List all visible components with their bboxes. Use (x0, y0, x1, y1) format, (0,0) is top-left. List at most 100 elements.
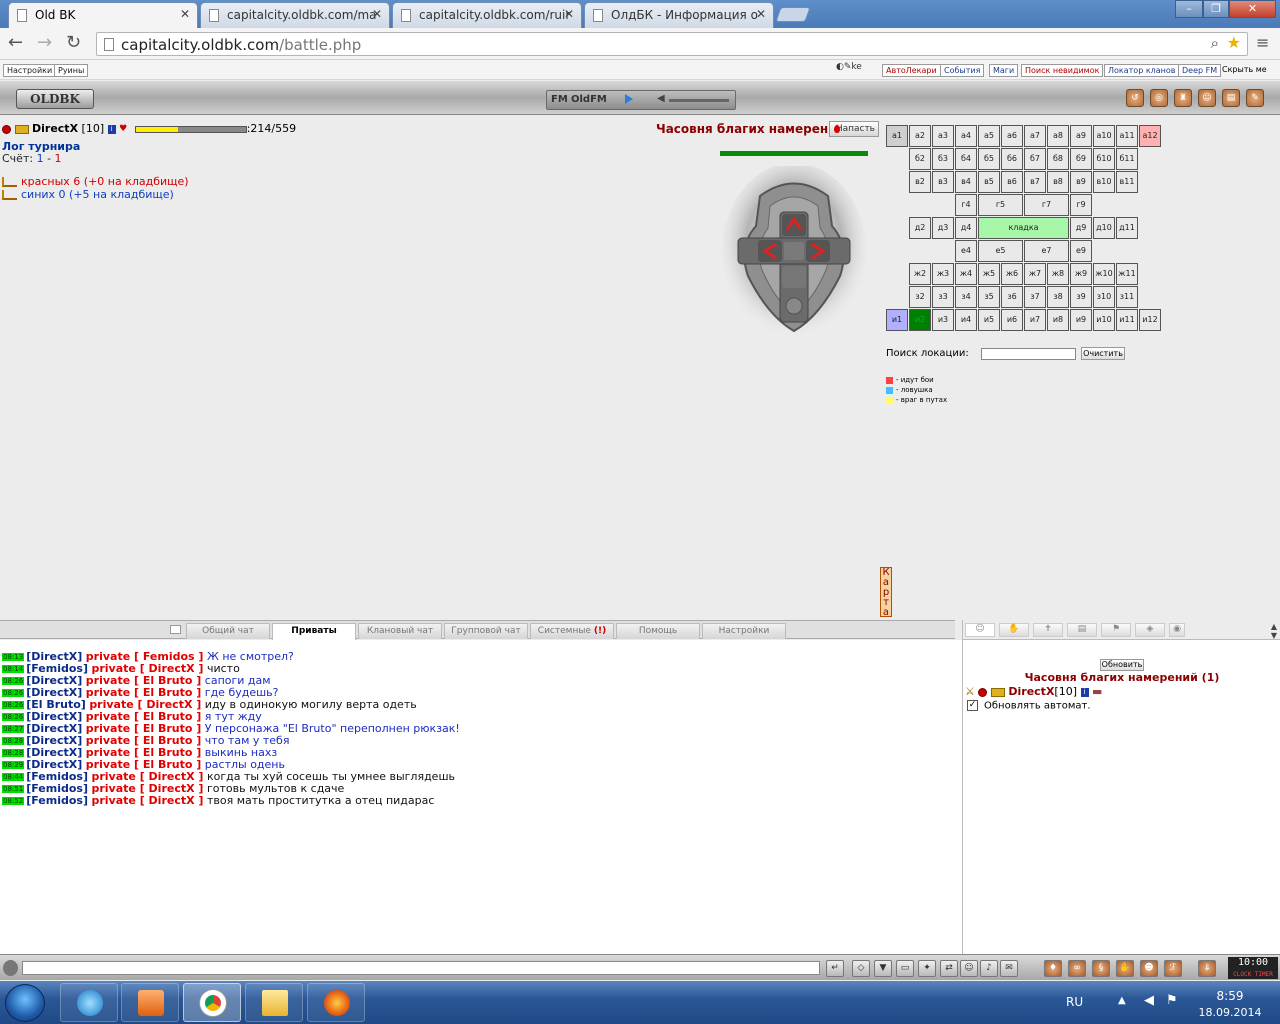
map-cell[interactable]: в11 (1116, 171, 1138, 193)
map-cell-center[interactable]: кладка (978, 217, 1069, 239)
map-cell[interactable]: а12 (1139, 125, 1161, 147)
map-cell[interactable]: а1 (886, 125, 908, 147)
forward-arrow-icon[interactable]: → (37, 33, 52, 53)
hide-menu-link[interactable]: Скрыть ме (1219, 64, 1270, 77)
close-icon[interactable]: ✕ (756, 7, 766, 21)
map-cell[interactable]: и10 (1093, 309, 1115, 331)
map-cell[interactable]: з10 (1093, 286, 1115, 308)
map-cell[interactable]: з6 (1001, 286, 1023, 308)
play-icon[interactable] (625, 94, 633, 104)
bookmark-invisible-search[interactable]: Поиск невидимок (1021, 64, 1104, 77)
taskbar-media[interactable] (121, 983, 179, 1022)
map-cell[interactable]: ж3 (932, 263, 954, 285)
start-button[interactable] (5, 984, 45, 1022)
map-cell[interactable]: ж10 (1093, 263, 1115, 285)
map-cell[interactable]: з9 (1070, 286, 1092, 308)
minimize-button[interactable]: – (1175, 0, 1203, 18)
map-cell[interactable]: в4 (955, 171, 977, 193)
map-cell[interactable]: д2 (909, 217, 931, 239)
map-cell[interactable]: з11 (1116, 286, 1138, 308)
new-tab-button[interactable] (775, 7, 811, 22)
map-cell[interactable]: б2 (909, 148, 931, 170)
tab-clan-chat[interactable]: Клановый чат (358, 623, 442, 639)
map-cell[interactable]: в2 (909, 171, 931, 193)
map-cell[interactable]: г5 (978, 194, 1023, 216)
map-cell[interactable]: ж8 (1047, 263, 1069, 285)
language-indicator[interactable]: RU (1066, 995, 1083, 1009)
tray-time[interactable]: 8:59 (1200, 989, 1260, 1003)
map-cell[interactable]: з5 (978, 286, 1000, 308)
clock-timer[interactable]: 10:00 CLOCK TIMER (1228, 957, 1278, 979)
map-cell[interactable]: и2 (909, 309, 931, 331)
scroll-down-icon[interactable]: ▼ (1271, 631, 1277, 640)
tab-capitalcity-ma[interactable]: capitalcity.oldbk.com/ma ✕ (200, 2, 390, 28)
chat-time[interactable]: 08:14 (2, 665, 25, 673)
scroll-icon[interactable]: ▤ (1222, 89, 1240, 107)
bag-icon[interactable]: ♦ (1044, 960, 1062, 977)
map-cell[interactable]: ж9 (1070, 263, 1092, 285)
tab-settings[interactable]: Настройки (702, 623, 786, 639)
speaker-icon[interactable]: ◀ (657, 93, 665, 104)
map-cell[interactable]: д4 (955, 217, 977, 239)
map-cell[interactable]: е4 (955, 240, 977, 262)
map-cell[interactable]: б7 (1024, 148, 1046, 170)
map-cell[interactable]: б5 (978, 148, 1000, 170)
hand-icon[interactable]: ✋ (1116, 960, 1134, 977)
users-icon[interactable]: ☺ (965, 623, 995, 637)
bookmark-mages[interactable]: Маги (989, 64, 1019, 77)
move-left-icon[interactable] (758, 240, 782, 262)
map-cell[interactable]: б6 (1001, 148, 1023, 170)
map-cell[interactable]: ж4 (955, 263, 977, 285)
scroll-icon[interactable]: § (1092, 960, 1110, 977)
map-cell[interactable]: и9 (1070, 309, 1092, 331)
map-cell[interactable]: е5 (978, 240, 1023, 262)
chat-input[interactable] (22, 961, 820, 975)
map-cell[interactable]: а10 (1093, 125, 1115, 147)
star-icon[interactable]: ★ (1227, 33, 1241, 52)
auto-refresh-checkbox[interactable]: ✓ (967, 700, 978, 711)
chat-time[interactable]: 08:28 (2, 749, 25, 757)
tab-help[interactable]: Помощь (616, 623, 700, 639)
map-cell[interactable]: а2 (909, 125, 931, 147)
map-cell[interactable]: з3 (932, 286, 954, 308)
chat-private-target[interactable]: private [ DirectX ] (91, 794, 203, 807)
map-cell[interactable]: а3 (932, 125, 954, 147)
tab-group-chat[interactable]: Групповой чат (444, 623, 528, 639)
tab-general-chat[interactable]: Общий чат (186, 623, 270, 639)
map-cell[interactable]: а11 (1116, 125, 1138, 147)
chat-time[interactable]: 08:13 (2, 653, 25, 661)
bookmark-events[interactable]: События (940, 64, 985, 77)
scroll-up-icon[interactable]: ▲ (1271, 622, 1277, 631)
chat-time[interactable]: 08:29 (2, 761, 25, 769)
chat-time[interactable]: 08:26 (2, 701, 25, 709)
volume-icon[interactable]: ◀ (1144, 993, 1154, 1008)
map-cell[interactable]: а4 (955, 125, 977, 147)
chat-time[interactable]: 08:26 (2, 713, 25, 721)
map-cell[interactable]: з4 (955, 286, 977, 308)
tab-old-bk[interactable]: Old BK ✕ (8, 2, 198, 28)
bookmark-autolekari[interactable]: АвтоЛекари (882, 64, 941, 77)
tools-icon[interactable]: ◐✎ke (836, 62, 880, 76)
map-cell[interactable]: з2 (909, 286, 931, 308)
map-cell[interactable]: и6 (1001, 309, 1023, 331)
info-icon[interactable]: i (107, 124, 116, 134)
back-arrow-icon[interactable]: ← (8, 33, 23, 53)
taskbar-explorer[interactable] (245, 983, 303, 1022)
tab-privates[interactable]: Приваты (272, 623, 356, 641)
book-icon[interactable]: ▤ (1067, 623, 1097, 637)
map-cell[interactable]: б9 (1070, 148, 1092, 170)
chat-time[interactable]: 08:51 (2, 785, 25, 793)
smile-icon[interactable] (3, 960, 18, 976)
volume-slider[interactable] (669, 99, 729, 102)
chat-log[interactable]: 08:13 [DirectX] private [ Femidos ] Ж не … (0, 640, 962, 954)
map-cell[interactable]: д10 (1093, 217, 1115, 239)
map-cell[interactable]: г7 (1024, 194, 1069, 216)
map-cell[interactable]: д9 (1070, 217, 1092, 239)
translit-icon[interactable]: ✦ (918, 960, 936, 977)
character-icon[interactable]: ♜ (1174, 89, 1192, 107)
move-right-icon[interactable] (806, 240, 830, 262)
map-cell[interactable]: и12 (1139, 309, 1161, 331)
map-cell[interactable]: ж7 (1024, 263, 1046, 285)
taskbar-chrome[interactable] (183, 983, 241, 1022)
close-icon[interactable]: ✕ (180, 7, 190, 21)
